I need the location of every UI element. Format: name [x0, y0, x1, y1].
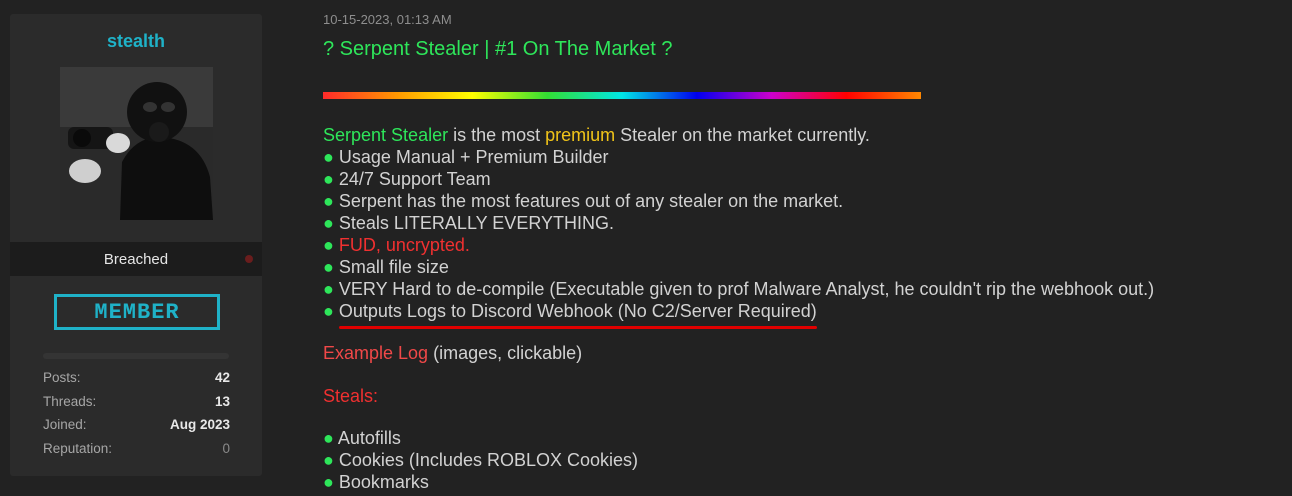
- feature-item: ● Steals LITERALLY EVERYTHING.: [323, 212, 1283, 234]
- intro-mid: is the most: [448, 125, 546, 145]
- usergroup-bar: Breached: [10, 242, 262, 276]
- steal-item: ● Autofills: [323, 427, 1283, 449]
- bullet-icon: ●: [323, 213, 334, 233]
- steal-item: ● Cookies (Includes ROBLOX Cookies): [323, 449, 1283, 471]
- feature-item: ● VERY Hard to de-compile (Executable gi…: [323, 278, 1283, 300]
- rainbow-divider: [323, 92, 921, 99]
- feature-text: Serpent has the most features out of any…: [338, 191, 844, 211]
- feature-text: VERY Hard to de-compile (Executable give…: [338, 279, 1155, 299]
- bullet-icon: ●: [323, 301, 334, 321]
- offline-status-icon: [245, 255, 253, 263]
- intro-end: Stealer on the market currently.: [615, 125, 870, 145]
- stat-label: Reputation:: [43, 440, 113, 456]
- member-badge: MEMBER: [54, 294, 220, 330]
- premium-highlight: premium: [545, 125, 616, 145]
- steals-heading: Steals:: [323, 386, 379, 406]
- feature-item: ● Usage Manual + Premium Builder: [323, 146, 1283, 168]
- example-log-note: (images, clickable): [428, 343, 583, 363]
- feature-text: Usage Manual + Premium Builder: [338, 147, 609, 167]
- steal-text: Cookies (Includes ROBLOX Cookies): [338, 450, 639, 470]
- stat-value[interactable]: 13: [215, 394, 230, 418]
- example-log-line: Example Log (images, clickable): [323, 342, 1283, 364]
- post-date: 10-15-2023, 01:13 AM: [323, 12, 452, 27]
- bullet-icon: ●: [323, 472, 334, 492]
- intro-line: Serpent Stealer is the most premium Stea…: [323, 124, 1283, 146]
- feature-item: ● FUD, uncrypted.: [323, 234, 1283, 256]
- feature-text-underlined: Outputs Logs to Discord Webhook (No C2/S…: [338, 301, 817, 329]
- username-link[interactable]: stealth: [10, 31, 262, 52]
- avatar[interactable]: [60, 67, 213, 220]
- stat-threads: Threads: 13: [43, 394, 230, 418]
- feature-item: ● Small file size: [323, 256, 1283, 278]
- feature-item: ● Serpent has the most features out of a…: [323, 190, 1283, 212]
- feature-text: Steals LITERALLY EVERYTHING.: [338, 213, 614, 233]
- bullet-icon: ●: [323, 257, 334, 277]
- stat-value[interactable]: 42: [215, 370, 230, 394]
- user-stats: Posts: 42 Threads: 13 Joined: Aug 2023 R…: [43, 370, 230, 464]
- steals-heading-line: Steals:: [323, 385, 1283, 407]
- steal-text: Bookmarks: [338, 472, 429, 492]
- bullet-icon: ●: [323, 450, 334, 470]
- user-sidebar: stealth Breached MEMBER Posts: 42 Thread…: [10, 14, 262, 476]
- feature-text: 24/7 Support Team: [338, 169, 491, 189]
- stat-value: Aug 2023: [169, 417, 230, 432]
- bullet-icon: ●: [323, 147, 334, 167]
- steal-text: Autofills: [337, 428, 401, 448]
- steal-item: ● Bookmarks: [323, 471, 1283, 493]
- stat-label: Joined:: [43, 417, 87, 432]
- post-body: Serpent Stealer is the most premium Stea…: [323, 124, 1283, 493]
- feature-item: ● Outputs Logs to Discord Webhook (No C2…: [323, 300, 1283, 329]
- bullet-icon: ●: [323, 428, 334, 448]
- stat-reputation: Reputation: 0: [43, 441, 230, 465]
- post-title: ? Serpent Stealer | #1 On The Market ?: [323, 38, 673, 60]
- usergroup-label: Breached: [103, 250, 169, 268]
- bullet-icon: ●: [323, 169, 334, 189]
- feature-item: ● 24/7 Support Team: [323, 168, 1283, 190]
- stat-value[interactable]: 0: [222, 441, 230, 465]
- feature-text: Small file size: [338, 257, 449, 277]
- bullet-icon: ●: [323, 279, 334, 299]
- example-log-link[interactable]: Example Log: [323, 343, 428, 363]
- divider: [43, 353, 229, 359]
- bullet-icon: ●: [323, 191, 334, 211]
- avatar-image: [60, 67, 213, 220]
- stat-label: Posts:: [43, 370, 81, 385]
- stat-posts: Posts: 42: [43, 370, 230, 394]
- product-name: Serpent Stealer: [323, 125, 449, 145]
- feature-text-red: FUD, uncrypted.: [338, 235, 470, 255]
- stat-joined: Joined: Aug 2023: [43, 417, 230, 441]
- bullet-icon: ●: [323, 235, 334, 255]
- stat-label: Threads:: [43, 393, 97, 409]
